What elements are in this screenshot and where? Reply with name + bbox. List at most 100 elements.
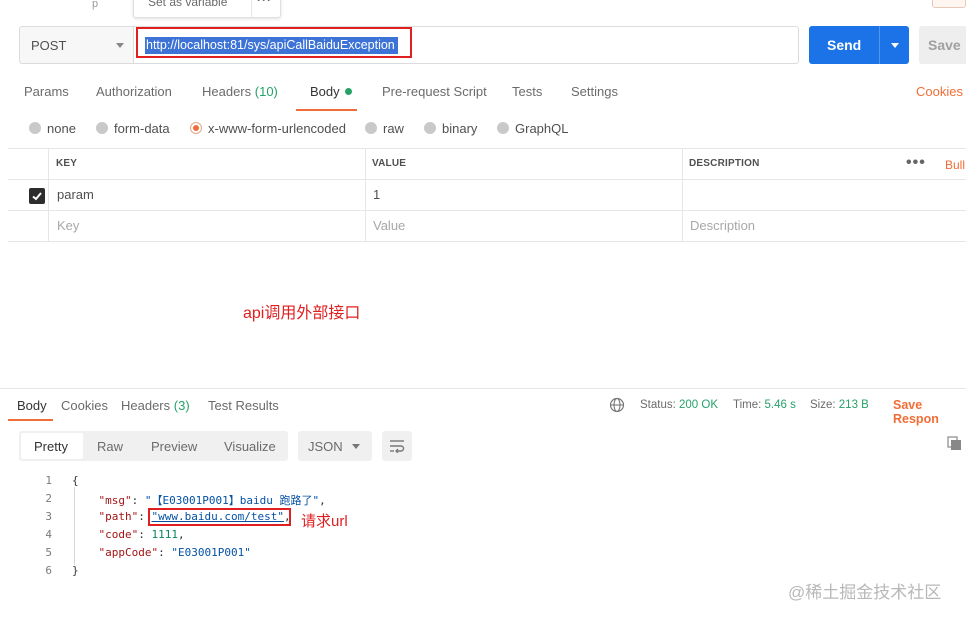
active-tab-indicator (296, 109, 357, 111)
wrap-lines-icon (390, 440, 405, 453)
radio-raw[interactable]: raw (365, 121, 404, 136)
response-tab-test-results[interactable]: Test Results (208, 398, 279, 413)
format-visualize[interactable]: Visualize (224, 439, 276, 454)
radio-urlencoded-label: x-www-form-urlencoded (208, 121, 346, 136)
api-call-annotation: api调用外部接口 (243, 305, 361, 322)
headers-count: (10) (254, 84, 278, 99)
language-label: JSON (308, 439, 343, 454)
response-tab-cookies[interactable]: Cookies (61, 398, 108, 413)
checkmark-icon (32, 192, 42, 201)
save-button[interactable]: Save (919, 26, 966, 64)
param-enabled-checkbox[interactable] (29, 188, 45, 204)
tab-params[interactable]: Params (24, 84, 69, 99)
watermark: @稀土掘金技术社区 (788, 583, 942, 602)
line-number: 6 (45, 564, 52, 577)
param-value-cell[interactable]: 1 (373, 187, 380, 202)
json-line-code: "code": 1111, (98, 528, 185, 541)
json-open-brace: { (72, 474, 79, 487)
status-label: Status: (640, 399, 676, 411)
tab-authorization[interactable]: Authorization (96, 84, 172, 99)
set-as-variable-tooltip[interactable]: Set as variable ··· (133, 0, 281, 18)
new-key-input[interactable]: Key (57, 218, 79, 233)
radio-circle-icon (365, 122, 377, 134)
chevron-down-icon (352, 444, 360, 449)
radio-binary[interactable]: binary (424, 121, 477, 136)
radio-graphql[interactable]: GraphQL (497, 121, 568, 136)
size-label: Size: (810, 399, 836, 411)
time-value: 5.46 s (764, 399, 796, 411)
json-key: "code" (98, 528, 139, 541)
response-tab-headers[interactable]: Headers (3) (121, 398, 190, 413)
radio-graphql-label: GraphQL (515, 121, 569, 136)
json-line-appcode: "appCode": "E03001P001" (98, 546, 251, 559)
param-key-cell[interactable]: param (57, 187, 94, 202)
radio-none[interactable]: none (29, 121, 76, 136)
line-number: 4 (45, 528, 52, 541)
tab-settings[interactable]: Settings (571, 84, 618, 99)
radio-selected-icon (190, 122, 202, 134)
method-select[interactable]: POST (19, 26, 133, 64)
json-close-brace: } (72, 564, 79, 577)
radio-circle-icon (29, 122, 41, 134)
top-fragment-text: p (92, 0, 99, 10)
save-response-button[interactable]: Save Respon (893, 398, 966, 426)
tab-prerequest-script[interactable]: Pre-request Script (382, 84, 487, 99)
tooltip-more-icon[interactable]: ··· (251, 0, 277, 17)
path-annotation-box (148, 508, 291, 526)
more-options-icon[interactable]: ••• (906, 154, 926, 172)
send-dropdown-icon[interactable] (891, 43, 899, 48)
top-right-fragment (932, 0, 966, 8)
radio-circle-icon (424, 122, 436, 134)
cookies-link[interactable]: Cookies (916, 84, 963, 99)
radio-form-data[interactable]: form-data (96, 121, 170, 136)
tab-headers[interactable]: Headers (10) (202, 84, 278, 99)
tooltip-label[interactable]: Set as variable (148, 0, 227, 9)
json-value: 1111 (151, 528, 179, 541)
format-pretty[interactable]: Pretty (34, 439, 68, 454)
new-description-input[interactable]: Description (690, 218, 755, 233)
radio-none-label: none (47, 121, 76, 136)
url-annotation-box (136, 27, 412, 58)
format-raw[interactable]: Raw (97, 439, 123, 454)
tab-tests[interactable]: Tests (512, 84, 542, 99)
json-line-msg: "msg": "【E03001P001】baidu 跑路了", (98, 494, 326, 507)
radio-circle-icon (96, 122, 108, 134)
time-readout: Time: 5.46 s (733, 399, 796, 411)
format-preview[interactable]: Preview (151, 439, 197, 454)
body-active-dot-icon (344, 88, 352, 95)
size-readout: Size: 213 B (810, 399, 869, 411)
radio-raw-label: raw (383, 121, 404, 136)
response-tab-body[interactable]: Body (17, 398, 47, 413)
wrap-lines-button[interactable] (382, 431, 412, 461)
status-value: 200 OK (679, 399, 719, 411)
new-value-input[interactable]: Value (373, 218, 405, 233)
column-header-description: DESCRIPTION (689, 158, 760, 169)
column-header-value: VALUE (372, 158, 407, 169)
response-headers-count: (3) (173, 398, 190, 413)
send-button[interactable]: Send (809, 26, 909, 64)
radio-urlencoded[interactable]: x-www-form-urlencoded (190, 121, 346, 136)
radio-form-data-label: form-data (114, 121, 170, 136)
size-value: 213 B (838, 399, 869, 411)
tab-body-label: Body (310, 84, 340, 99)
line-number: 1 (45, 474, 52, 487)
globe-icon[interactable] (609, 397, 625, 413)
radio-binary-label: binary (442, 121, 478, 136)
chevron-down-icon (116, 43, 124, 48)
column-header-key: KEY (56, 158, 78, 169)
json-key: "appCode" (98, 546, 159, 559)
request-url-annotation: 请求url (301, 513, 348, 530)
status-readout: Status: 200 OK (640, 399, 718, 411)
language-select[interactable]: JSON (298, 431, 372, 461)
line-number: 2 (45, 492, 52, 505)
copy-icon[interactable] (947, 436, 962, 451)
json-value: "E03001P001" (171, 546, 251, 559)
send-label: Send (827, 37, 862, 53)
response-active-tab-indicator (8, 419, 53, 421)
json-value: "【E03001P001】baidu 跑路了" (144, 494, 320, 507)
line-number: 5 (45, 546, 52, 559)
time-label: Time: (733, 399, 762, 411)
bulk-edit-link[interactable]: Bull (945, 158, 965, 172)
tab-body[interactable]: Body (310, 84, 352, 99)
radio-circle-icon (497, 122, 509, 134)
